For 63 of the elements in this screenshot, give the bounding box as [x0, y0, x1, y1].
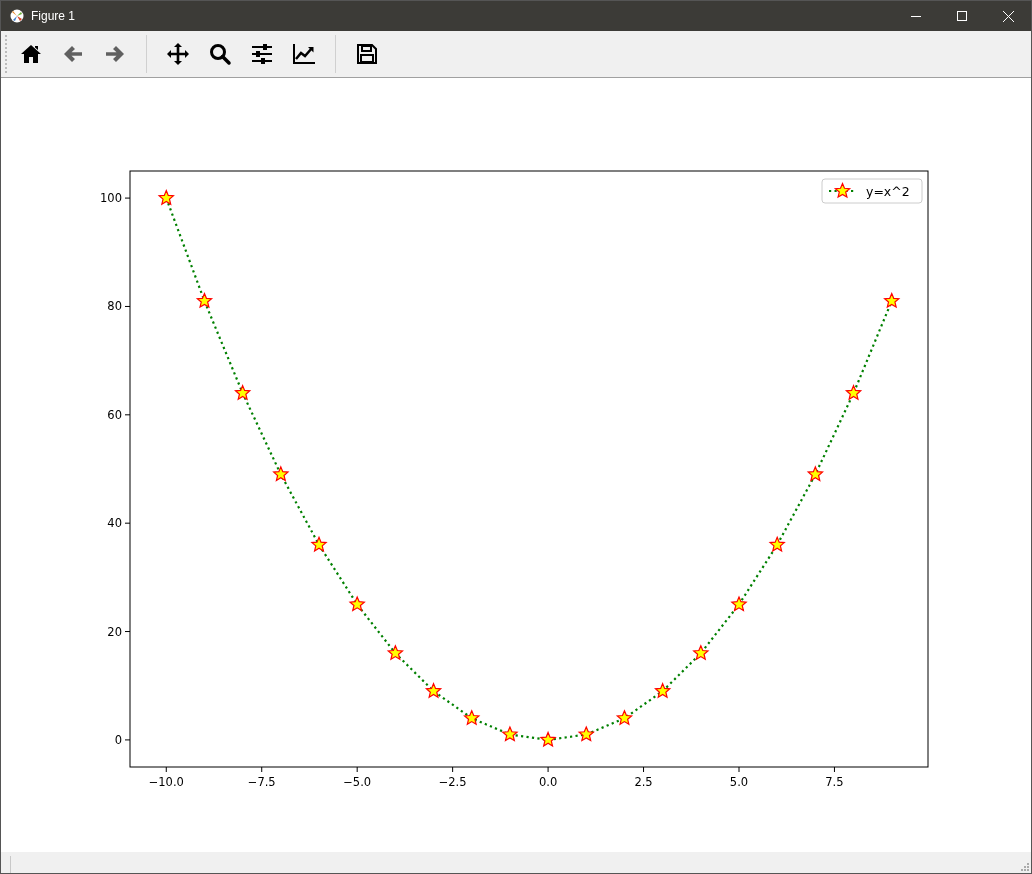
star-marker — [577, 725, 595, 742]
tick-mark — [261, 766, 263, 773]
tick-mark — [643, 766, 645, 773]
tick-label: 100 — [100, 191, 122, 206]
sliders-icon — [250, 42, 274, 66]
star-marker — [195, 291, 214, 309]
star-marker — [272, 465, 290, 482]
tick-label: 20 — [107, 624, 122, 639]
tick-mark — [124, 522, 131, 524]
tick-label: −2.5 — [438, 775, 467, 789]
legend-label: y=x^2 — [866, 184, 910, 199]
maximize-icon — [957, 11, 967, 21]
star-marker — [768, 535, 786, 553]
star-marker — [234, 384, 252, 401]
tick-mark — [124, 739, 131, 741]
tick-mark — [738, 766, 740, 773]
tick-label: 2.5 — [634, 775, 653, 789]
search-icon — [208, 42, 232, 66]
star-marker — [310, 535, 328, 553]
star-marker — [692, 644, 710, 661]
tick-mark — [165, 766, 167, 773]
star-marker — [501, 725, 519, 742]
star-marker — [615, 709, 634, 726]
line-chart-icon — [292, 42, 316, 66]
star-marker — [654, 682, 672, 699]
tick-label: −5.0 — [343, 775, 372, 789]
resize-grip-icon[interactable] — [1019, 861, 1029, 871]
save-icon — [355, 42, 379, 66]
star-marker — [883, 291, 901, 309]
tick-mark — [124, 631, 131, 633]
star-marker — [386, 644, 404, 661]
tick-label: 0 — [114, 732, 122, 747]
star-marker — [730, 595, 748, 612]
star-marker — [539, 730, 557, 748]
window-title: Figure 1 — [31, 9, 76, 23]
tick-mark — [356, 766, 358, 773]
home-icon — [19, 42, 43, 66]
tick-mark — [124, 414, 131, 416]
tick-mark — [452, 766, 454, 773]
tick-label: 7.5 — [825, 775, 844, 789]
tick-mark — [547, 766, 549, 773]
tick-label: 0.0 — [538, 775, 558, 789]
tick-label: −10.0 — [148, 775, 184, 789]
app-logo-icon — [10, 9, 24, 23]
tick-label: 60 — [107, 407, 122, 422]
tick-mark — [124, 305, 131, 307]
star-marker — [806, 465, 824, 482]
star-marker — [348, 595, 366, 612]
close-icon — [1002, 10, 1014, 22]
tick-label: 80 — [107, 299, 122, 314]
tick-label: −7.5 — [247, 775, 276, 789]
star-marker — [157, 189, 175, 206]
toolbar-grip[interactable] — [5, 35, 9, 73]
legend-line — [829, 189, 856, 193]
star-marker — [844, 384, 863, 401]
move-icon — [166, 42, 190, 66]
tick-mark — [124, 197, 131, 199]
tick-label: 5.0 — [729, 775, 749, 789]
tick-label: 40 — [107, 516, 122, 531]
star-marker — [833, 181, 852, 199]
star-marker — [463, 709, 481, 726]
star-marker — [424, 682, 443, 699]
tick-mark — [833, 766, 835, 773]
